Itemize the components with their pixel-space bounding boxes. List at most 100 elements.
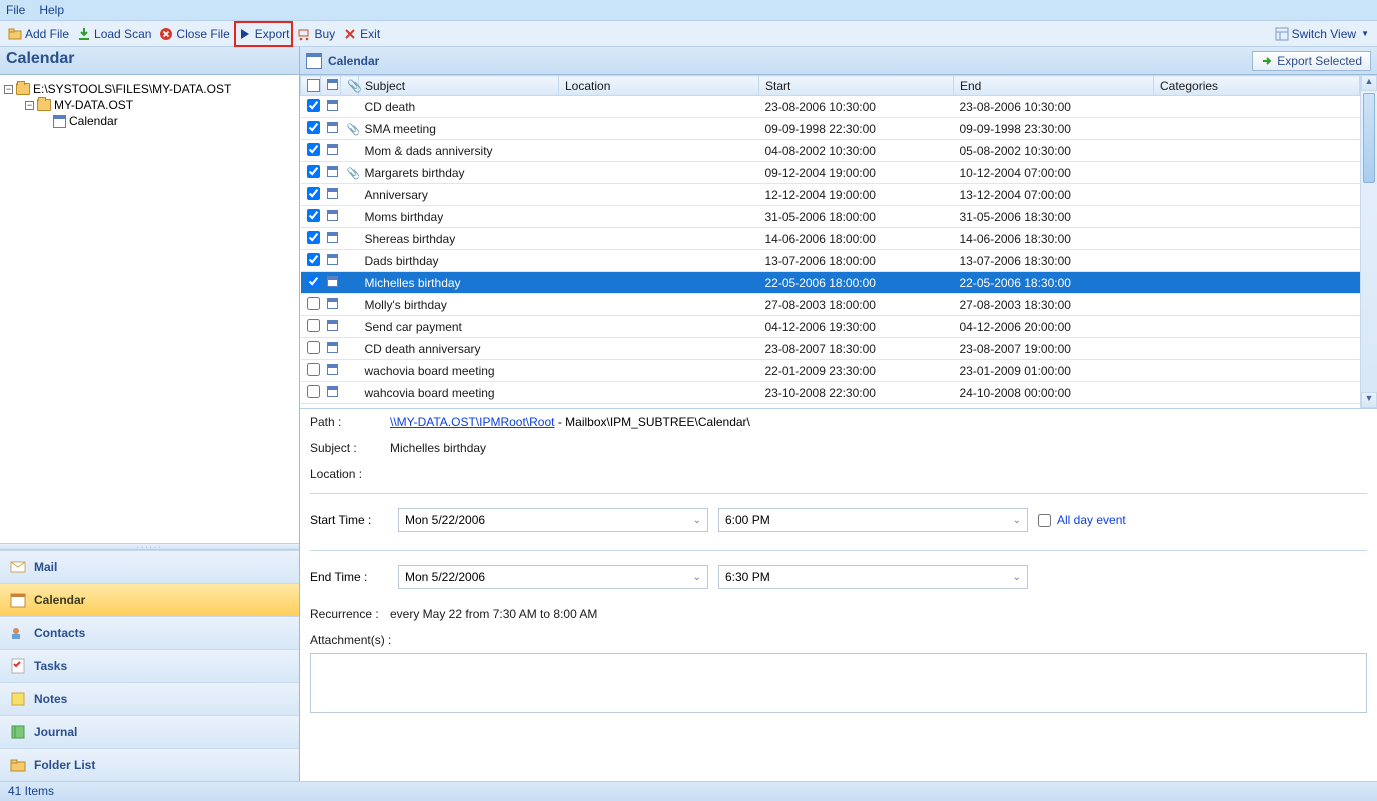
- collapse-icon[interactable]: −: [4, 85, 13, 94]
- cell-categories: [1154, 140, 1360, 162]
- folder-icon: [37, 99, 51, 111]
- end-date-dropdown[interactable]: Mon 5/22/2006⌄: [398, 565, 708, 589]
- row-checkbox[interactable]: [307, 253, 320, 266]
- nav-list: Mail Calendar Contacts Tasks Notes Journ…: [0, 550, 299, 781]
- folder-tree[interactable]: − E:\SYSTOOLS\FILES\MY-DATA.OST − MY-DAT…: [0, 75, 299, 543]
- table-row[interactable]: Anniversary12-12-2004 19:00:0013-12-2004…: [301, 184, 1360, 206]
- nav-notes[interactable]: Notes: [0, 682, 299, 715]
- cell-location: [559, 382, 759, 404]
- exit-button[interactable]: Exit: [339, 25, 384, 43]
- row-checkbox[interactable]: [307, 121, 320, 134]
- nav-folder-list[interactable]: Folder List: [0, 748, 299, 781]
- right-panel: Calendar Export Selected: [300, 47, 1377, 781]
- col-end[interactable]: End: [954, 76, 1154, 96]
- calendar-icon: [327, 320, 338, 331]
- col-checkbox[interactable]: [301, 76, 321, 96]
- table-row[interactable]: 📎Margarets birthday09-12-2004 19:00:0010…: [301, 162, 1360, 184]
- layout-icon: [1275, 27, 1289, 41]
- table-row[interactable]: 📎SMA meeting09-09-1998 22:30:0009-09-199…: [301, 118, 1360, 140]
- scroll-down-arrow[interactable]: ▼: [1361, 392, 1377, 408]
- calendar-grid[interactable]: 📎 Subject Location Start End Categories …: [300, 75, 1360, 408]
- row-checkbox[interactable]: [307, 143, 320, 156]
- col-start[interactable]: Start: [759, 76, 954, 96]
- menu-help[interactable]: Help: [39, 3, 64, 17]
- table-row[interactable]: wachovia board meeting22-01-2009 23:30:0…: [301, 360, 1360, 382]
- tree-leaf-calendar[interactable]: Calendar: [4, 113, 295, 129]
- cell-end: 09-09-1998 23:30:00: [954, 118, 1154, 140]
- row-checkbox[interactable]: [307, 363, 320, 376]
- col-type[interactable]: [321, 76, 341, 96]
- table-row[interactable]: Mom & dads anniversity04-08-2002 10:30:0…: [301, 140, 1360, 162]
- column-headers[interactable]: 📎 Subject Location Start End Categories: [301, 76, 1360, 96]
- collapse-icon[interactable]: −: [25, 101, 34, 110]
- col-categories[interactable]: Categories: [1154, 76, 1360, 96]
- calendar-icon: [327, 298, 338, 309]
- cell-location: [559, 272, 759, 294]
- attachments-box[interactable]: [310, 653, 1367, 713]
- table-row[interactable]: Send car payment04-12-2006 19:30:0004-12…: [301, 316, 1360, 338]
- col-attachment[interactable]: 📎: [341, 76, 359, 96]
- row-checkbox[interactable]: [307, 187, 320, 200]
- cell-end: 14-06-2006 18:30:00: [954, 228, 1154, 250]
- all-day-checkbox[interactable]: All day event: [1038, 513, 1126, 527]
- row-checkbox[interactable]: [307, 165, 320, 178]
- cell-end: 23-08-2006 10:30:00: [954, 96, 1154, 118]
- cell-end: 23-08-2007 19:00:00: [954, 338, 1154, 360]
- table-row[interactable]: Molly's birthday27-08-2003 18:00:0027-08…: [301, 294, 1360, 316]
- start-date-dropdown[interactable]: Mon 5/22/2006⌄: [398, 508, 708, 532]
- menu-file[interactable]: File: [6, 3, 25, 17]
- start-time-label: Start Time :: [310, 513, 388, 527]
- table-row[interactable]: CD death23-08-2006 10:30:0023-08-2006 10…: [301, 96, 1360, 118]
- col-location[interactable]: Location: [559, 76, 759, 96]
- details-pane: Path : \\MY-DATA.OST\IPMRoot\Root - Mail…: [300, 409, 1377, 781]
- vertical-scrollbar[interactable]: ▲ ▼: [1360, 75, 1377, 408]
- row-checkbox[interactable]: [307, 319, 320, 332]
- chevron-down-icon: ⌄: [693, 572, 701, 583]
- nav-calendar[interactable]: Calendar: [0, 583, 299, 616]
- resize-handle[interactable]: ······: [0, 543, 299, 550]
- export-selected-button[interactable]: Export Selected: [1252, 51, 1371, 71]
- table-row[interactable]: Shereas birthday14-06-2006 18:00:0014-06…: [301, 228, 1360, 250]
- row-checkbox[interactable]: [307, 231, 320, 244]
- cell-categories: [1154, 250, 1360, 272]
- scroll-up-arrow[interactable]: ▲: [1361, 75, 1377, 91]
- close-file-button[interactable]: Close File: [155, 25, 233, 43]
- calendar-icon: [327, 342, 338, 353]
- load-scan-button[interactable]: Load Scan: [73, 25, 155, 43]
- checkbox-header-icon: [307, 79, 320, 92]
- calendar-icon: [327, 188, 338, 199]
- cell-start: 12-12-2004 19:00:00: [759, 184, 954, 206]
- switch-view-button[interactable]: Switch View ▼: [1271, 25, 1373, 43]
- nav-journal[interactable]: Journal: [0, 715, 299, 748]
- cell-start: 04-12-2006 19:30:00: [759, 316, 954, 338]
- table-row[interactable]: CD death anniversary23-08-2007 18:30:002…: [301, 338, 1360, 360]
- cell-end: 22-05-2006 18:30:00: [954, 272, 1154, 294]
- cell-location: [559, 184, 759, 206]
- cell-subject: Mom & dads anniversity: [359, 140, 559, 162]
- table-row[interactable]: Dads birthday13-07-2006 18:00:0013-07-20…: [301, 250, 1360, 272]
- add-file-button[interactable]: Add File: [4, 25, 73, 43]
- end-time-dropdown[interactable]: 6:30 PM⌄: [718, 565, 1028, 589]
- table-row[interactable]: Michelles birthday22-05-2006 18:00:0022-…: [301, 272, 1360, 294]
- row-checkbox[interactable]: [307, 385, 320, 398]
- nav-tasks[interactable]: Tasks: [0, 649, 299, 682]
- path-link[interactable]: \\MY-DATA.OST\IPMRoot\Root: [390, 415, 554, 429]
- col-subject[interactable]: Subject: [359, 76, 559, 96]
- cell-start: 31-05-2006 18:00:00: [759, 206, 954, 228]
- scroll-thumb[interactable]: [1363, 93, 1375, 183]
- recurrence-value: every May 22 from 7:30 AM to 8:00 AM: [390, 607, 597, 621]
- nav-contacts[interactable]: Contacts: [0, 616, 299, 649]
- table-row[interactable]: Moms birthday31-05-2006 18:00:0031-05-20…: [301, 206, 1360, 228]
- tree-node[interactable]: − MY-DATA.OST: [4, 97, 295, 113]
- start-time-dropdown[interactable]: 6:00 PM⌄: [718, 508, 1028, 532]
- nav-mail[interactable]: Mail: [0, 550, 299, 583]
- row-checkbox[interactable]: [307, 297, 320, 310]
- tree-root[interactable]: − E:\SYSTOOLS\FILES\MY-DATA.OST: [4, 81, 295, 97]
- row-checkbox[interactable]: [307, 209, 320, 222]
- row-checkbox[interactable]: [307, 275, 320, 288]
- table-row[interactable]: wahcovia board meeting23-10-2008 22:30:0…: [301, 382, 1360, 404]
- export-button[interactable]: Export: [234, 21, 294, 47]
- row-checkbox[interactable]: [307, 341, 320, 354]
- row-checkbox[interactable]: [307, 99, 320, 112]
- buy-button[interactable]: Buy: [293, 25, 339, 43]
